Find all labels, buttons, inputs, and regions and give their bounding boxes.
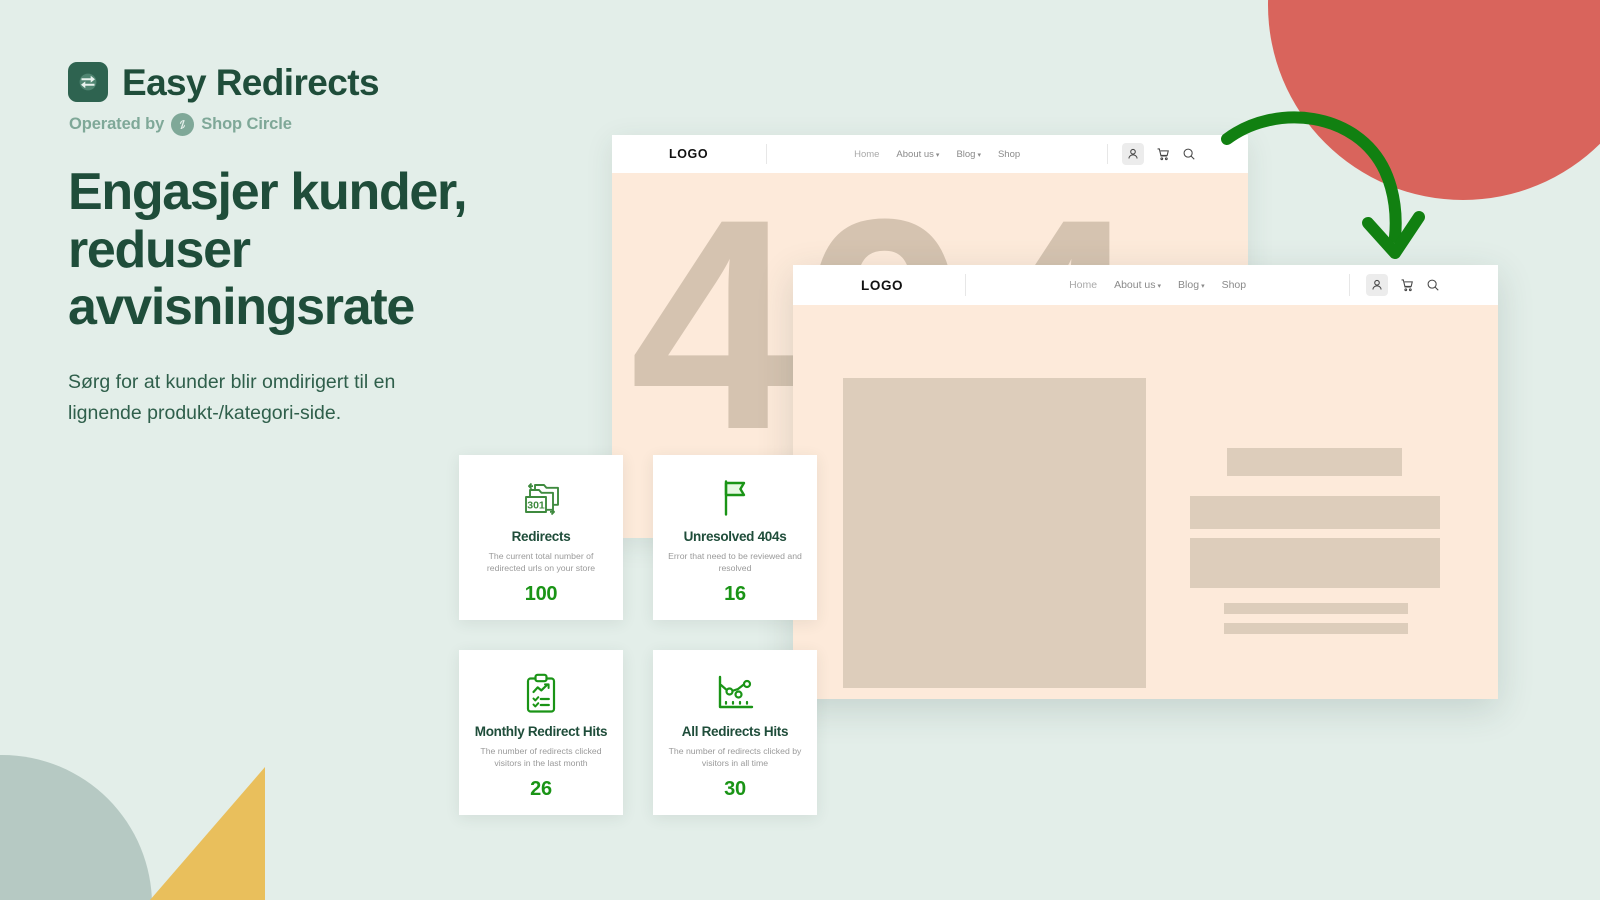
stat-card-value: 100 xyxy=(524,583,558,606)
storefront-navbar-back: LOGO Home About us ▾ Blog ▾ Shop xyxy=(612,135,1248,173)
nav-link-label: Shop xyxy=(997,148,1021,160)
page-title: Engasjer kunder, reduser avvisningsrate xyxy=(68,163,468,337)
nav-divider xyxy=(1107,144,1109,164)
stat-card-title: All Redirects Hits xyxy=(681,724,789,739)
nav-link-label: About us xyxy=(896,148,934,160)
operated-by-label: Operated by xyxy=(69,115,165,133)
stat-card-description: The number of redirects clicked visitors… xyxy=(480,746,602,768)
product-page-body xyxy=(793,305,1498,699)
nav-link-blog[interactable]: Blog ▾ xyxy=(956,149,981,160)
curved-redirect-arrow-icon xyxy=(1205,105,1435,285)
nav-divider xyxy=(965,274,967,296)
nav-link-label: Blog xyxy=(956,148,976,160)
redirect-301-folders-icon: 301 xyxy=(518,477,564,521)
stat-card-title: Redirects xyxy=(511,529,571,544)
product-meta-placeholder xyxy=(1224,603,1408,614)
decorative-yellow-triangle xyxy=(150,767,265,900)
hero-copy: Easy Redirects Operated by Shop Circle E… xyxy=(68,62,588,430)
nav-link-label: Blog xyxy=(1178,279,1200,291)
operated-by-company: Shop Circle xyxy=(201,115,292,133)
hero-subcopy: Sørg for at kunder blir omdirigert til e… xyxy=(68,371,396,425)
browser-mockup-product: LOGO Home About us ▾ Blog ▾ Shop xyxy=(793,265,1498,699)
nav-link-label: Home xyxy=(854,148,880,160)
nav-icons-back xyxy=(1122,143,1196,165)
chevron-down-icon: ▾ xyxy=(977,152,981,159)
decorative-sage-circle xyxy=(0,755,152,900)
nav-link-home[interactable]: Home xyxy=(854,149,879,160)
flag-icon xyxy=(715,477,755,521)
user-icon[interactable] xyxy=(1122,143,1145,165)
line-chart-icon xyxy=(712,672,758,716)
shop-circle-icon xyxy=(171,113,195,136)
svg-text:301: 301 xyxy=(527,500,545,512)
chevron-down-icon: ▾ xyxy=(935,152,940,159)
cart-icon[interactable] xyxy=(1156,147,1170,161)
brand-name: Easy Redirects xyxy=(122,61,380,103)
redirect-arrows-icon xyxy=(68,62,108,102)
operated-by-row: Operated by Shop Circle xyxy=(69,113,588,136)
stat-card-all-redirects-hits[interactable]: All Redirects Hits The number of redirec… xyxy=(653,650,817,815)
nav-divider xyxy=(766,144,768,164)
nav-link-label: Home xyxy=(1069,279,1098,291)
promo-banner: Easy Redirects Operated by Shop Circle E… xyxy=(0,0,1600,900)
nav-link-about-us[interactable]: About us ▾ xyxy=(1114,279,1161,291)
stat-card-value: 30 xyxy=(724,778,746,801)
clipboard-chart-icon xyxy=(521,672,561,716)
stat-card-value: 16 xyxy=(724,583,746,606)
product-image-placeholder xyxy=(843,378,1146,688)
nav-link-about-us[interactable]: About us ▾ xyxy=(896,149,939,160)
search-icon[interactable] xyxy=(1182,147,1196,161)
nav-link-blog[interactable]: Blog ▾ xyxy=(1178,279,1205,291)
store-logo-back: LOGO xyxy=(669,147,709,161)
product-title-placeholder xyxy=(1227,448,1402,476)
nav-links-back: Home About us ▾ Blog ▾ Shop xyxy=(854,149,1020,160)
stat-card-description: The number of redirects clicked by visit… xyxy=(668,746,802,768)
brand-lockup: Easy Redirects xyxy=(68,62,588,102)
product-text-placeholder xyxy=(1190,538,1440,588)
stat-card-description: The current total number of redirected u… xyxy=(486,551,596,573)
product-text-placeholder xyxy=(1190,496,1440,529)
stat-card-monthly-redirect-hits[interactable]: Monthly Redirect Hits The number of redi… xyxy=(459,650,623,815)
stat-card-value: 26 xyxy=(530,778,552,801)
nav-link-home[interactable]: Home xyxy=(1069,279,1097,291)
nav-link-shop[interactable]: Shop xyxy=(998,149,1020,160)
stat-card-unresolved-404s[interactable]: Unresolved 404s Error that need to be re… xyxy=(653,455,817,620)
stat-card-redirects[interactable]: 301 Redirects The current total number o… xyxy=(459,455,623,620)
nav-link-label: About us xyxy=(1114,279,1156,291)
stat-card-title: Unresolved 404s xyxy=(683,529,787,544)
stat-card-title: Monthly Redirect Hits xyxy=(474,724,608,739)
chevron-down-icon: ▾ xyxy=(1157,283,1162,290)
store-logo-front: LOGO xyxy=(861,277,904,293)
product-meta-placeholder xyxy=(1224,623,1408,634)
stat-card-description: Error that need to be reviewed and resol… xyxy=(668,551,802,573)
